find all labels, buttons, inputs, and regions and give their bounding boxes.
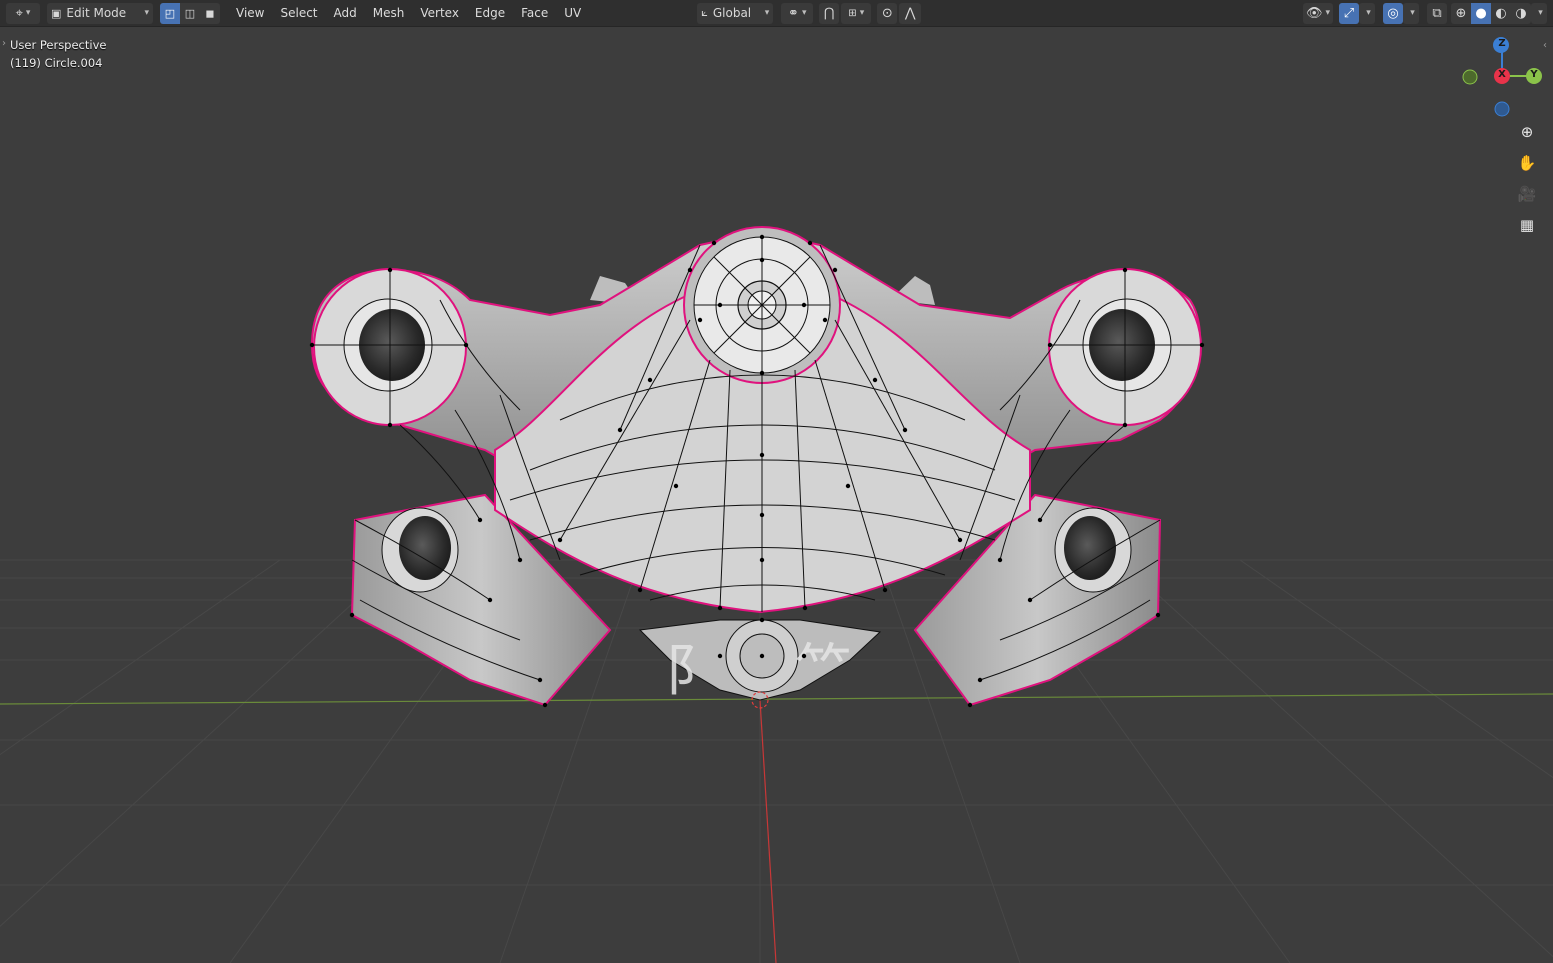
chevron-down-icon: ▾ [859,8,865,18]
xray-icon: ⧉ [1432,5,1442,21]
gizmo-neg-y-axis[interactable] [1462,69,1478,85]
viewport-info: User Perspective (119) Circle.004 [10,36,106,72]
hand-pan-icon: ✋ [1517,154,1537,172]
gizmo-toggle[interactable]: ⤢ [1339,2,1359,24]
transform-orientation-selector[interactable]: ⟀ Global ▾ [697,2,774,24]
select-mode-group: ◰ ◫ ◼ [160,2,220,24]
svg-text:阝: 阝 [665,639,721,704]
mode-selector[interactable]: ▣ Edit Mode ▾ [47,2,153,24]
pan-button[interactable]: ✋ [1513,149,1541,177]
solid-shading-button[interactable]: ● [1471,2,1491,24]
editor-type-button[interactable]: ⌖ ▾ [6,2,40,24]
menu-view[interactable]: View [228,3,272,24]
object-info: (119) Circle.004 [10,56,103,70]
pivot-point-button[interactable]: ⚭ ▾ [781,2,814,24]
chevron-down-icon: ▾ [1366,8,1371,18]
edge-select-icon: ◫ [184,6,196,20]
snap-increment-icon: ⊞ [848,7,857,19]
header-menus: View Select Add Mesh Vertex Edge Face UV [228,3,589,24]
mesh-object[interactable]: 阝 ⺮ [309,226,1205,709]
axis-editor-icon: ⌖ [15,5,23,21]
menu-uv[interactable]: UV [556,3,589,24]
edge-select-button[interactable]: ◫ [180,2,200,24]
shading-group: ⊕ ● ◐ ◑ [1451,2,1531,24]
zoom-icon: ⊕ [1520,123,1534,141]
vertex-select-icon: ◰ [164,6,176,20]
material-shading-button[interactable]: ◐ [1491,2,1511,24]
menu-add[interactable]: Add [326,3,365,24]
zoom-button[interactable]: ⊕ [1513,118,1541,146]
toolbar-expand-icon[interactable]: › [2,38,6,49]
solid-sphere-icon: ● [1475,5,1487,21]
menu-select[interactable]: Select [272,3,325,24]
falloff-curve-icon: ⋀ [904,5,916,21]
menu-edge[interactable]: Edge [467,3,513,24]
overlays-dropdown[interactable]: ▾ [1403,2,1419,24]
mode-label: Edit Mode [66,6,127,20]
camera-icon: 🎥 [1517,185,1537,203]
chevron-down-icon: ▾ [801,8,807,18]
rendered-sphere-icon: ◑ [1515,5,1527,21]
rendered-shading-button[interactable]: ◑ [1511,2,1531,24]
gizmo-icon: ⤢ [1343,5,1355,21]
transform-orientation-label: Global [712,6,752,20]
snap-toggle[interactable]: ⋂ [819,2,840,24]
chevron-down-icon: ▾ [764,8,770,18]
menu-face[interactable]: Face [513,3,556,24]
pivot-icon: ⚭ [788,5,799,21]
navigation-controls: ⊕ ✋ 🎥 ▦ [1513,118,1547,242]
proportional-edit-icon: ⊙ [881,5,893,21]
camera-view-button[interactable]: 🎥 [1513,180,1541,208]
orientation-icon: ⟀ [701,6,708,19]
chevron-down-icon: ▾ [1325,8,1331,18]
gizmo-dropdown[interactable]: ▾ [1359,2,1375,24]
wireframe-shading-button[interactable]: ⊕ [1451,2,1471,24]
sidebar-expand-icon[interactable]: ‹ [1543,40,1547,51]
3d-viewport[interactable]: 阝 ⺮ [0,0,1553,963]
falloff-button[interactable]: ⋀ [899,2,922,24]
gizmo-neg-z-axis[interactable] [1494,101,1510,117]
face-select-icon: ◼ [205,6,215,20]
magnet-icon: ⋂ [823,5,835,21]
gizmo-x-label: X [1498,69,1506,80]
gizmo-z-label: Z [1498,38,1506,49]
vertex-select-button[interactable]: ◰ [160,2,180,24]
chevron-down-icon: ▾ [144,8,149,18]
proportional-edit-toggle[interactable]: ⊙ [877,2,898,24]
edit-mode-icon: ▣ [51,6,62,20]
xray-toggle[interactable]: ⧉ [1427,2,1447,24]
shading-dropdown[interactable]: ▾ [1531,2,1547,24]
menu-mesh[interactable]: Mesh [365,3,413,24]
wireframe-sphere-icon: ⊕ [1455,5,1467,21]
svg-text:⺮: ⺮ [795,639,851,704]
ortho-toggle-button[interactable]: ▦ [1513,211,1541,239]
x-axis-line [759,699,777,963]
grid-ortho-icon: ▦ [1519,216,1535,234]
gizmo-y-label: Y [1530,69,1538,80]
chevron-down-icon: ▾ [1410,8,1415,18]
viewport-header: ⌖ ▾ ▣ Edit Mode ▾ ◰ ◫ ◼ View Select Add M… [0,0,1553,27]
chevron-down-icon: ▾ [25,8,31,18]
overlays-toggle[interactable]: ◎ [1383,2,1403,24]
material-sphere-icon: ◐ [1495,5,1507,21]
view-name: User Perspective [10,38,107,52]
visibility-button[interactable]: 👁 ▾ [1303,2,1333,24]
snap-target-button[interactable]: ⊞ ▾ [841,2,872,24]
face-select-button[interactable]: ◼ [200,2,220,24]
overlays-icon: ◎ [1387,5,1399,21]
eye-icon: 👁 [1305,5,1323,21]
menu-vertex[interactable]: Vertex [412,3,467,24]
chevron-down-icon: ▾ [1538,8,1543,18]
